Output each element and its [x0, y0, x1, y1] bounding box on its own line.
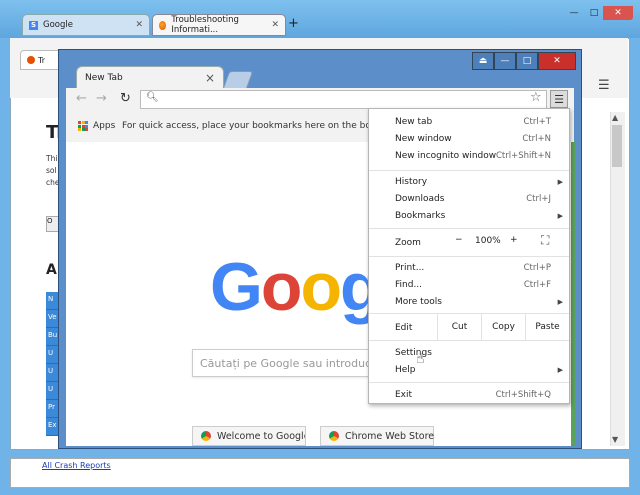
body-text: Thi [46, 154, 58, 163]
logo-letter: o [260, 249, 303, 325]
zoom-out-button[interactable]: − [455, 235, 463, 245]
menu-separator [369, 170, 569, 171]
minimize-button[interactable]: — [563, 6, 585, 20]
tab-label: Google [43, 20, 73, 30]
bookmarks-hint: For quick access, place your bookmarks h… [122, 121, 368, 131]
user-icon[interactable]: ⏏ [472, 52, 494, 70]
chrome-main-menu: New tab Ctrl+T New window Ctrl+N New incog… [368, 108, 570, 404]
body-text: sol [46, 166, 57, 175]
scroll-down-icon[interactable]: ▼ [612, 435, 618, 444]
submenu-arrow-icon: ▶ [557, 297, 563, 306]
menu-item-bookmarks[interactable]: Bookmarks ▶ [369, 207, 569, 224]
menu-item-print[interactable]: Print... Ctrl+P [369, 259, 569, 276]
menu-item-new-incognito-window[interactable]: New incognito window Ctrl+Shift+N [369, 147, 569, 164]
menu-separator [369, 228, 569, 229]
close-window-button[interactable]: ✕ [603, 6, 633, 20]
submenu-arrow-icon: ▶ [557, 177, 563, 186]
close-icon[interactable]: × [205, 71, 215, 85]
scroll-up-icon[interactable]: ▲ [612, 113, 618, 122]
firefox-icon [159, 20, 167, 30]
reload-icon[interactable]: ↻ [120, 91, 131, 106]
tab-label: Tr [38, 55, 45, 65]
maximize-button[interactable]: □ [516, 52, 538, 70]
apps-shortcut[interactable]: Apps [93, 121, 115, 131]
zoom-in-button[interactable]: + [510, 235, 518, 245]
menu-item-zoom: Zoom [395, 238, 421, 248]
back-arrow-icon[interactable]: ← [76, 91, 87, 106]
menu-item-history[interactable]: History ▶ [369, 173, 569, 190]
apps-icon[interactable] [78, 121, 88, 131]
logo-letter: g [340, 249, 370, 325]
menu-item-new-window[interactable]: New window Ctrl+N [369, 130, 569, 147]
menu-separator [369, 256, 569, 257]
menu-separator [369, 382, 569, 383]
menu-icon[interactable]: ☰ [598, 78, 610, 93]
menu-item-downloads[interactable]: Downloads Ctrl+J [369, 190, 569, 207]
logo-letter: G [210, 249, 263, 325]
menu-item-find[interactable]: Find... Ctrl+F [369, 276, 569, 293]
submenu-arrow-icon: ▶ [557, 211, 563, 220]
close-icon[interactable]: ✕ [135, 20, 143, 30]
logo-letter: o [300, 249, 342, 325]
chrome-icon [201, 431, 211, 441]
chrome-web-store-icon [329, 431, 339, 441]
google-favicon-icon: S [29, 20, 38, 30]
zoom-level: 100% [475, 236, 501, 246]
forward-arrow-icon[interactable]: → [96, 91, 107, 106]
page-edge [571, 142, 575, 446]
chrome-tab-new-tab[interactable]: New Tab × [76, 66, 224, 88]
hand-cursor-icon: ☝ [416, 351, 425, 367]
most-visited-tile[interactable]: Welcome to Google Chrome [192, 426, 306, 446]
most-visited-tile[interactable]: Chrome Web Store [320, 426, 434, 446]
firefox-icon [27, 56, 35, 64]
new-tab-button[interactable]: + [288, 16, 299, 31]
scrollbar-thumb[interactable] [612, 125, 622, 167]
menu-item-new-tab[interactable]: New tab Ctrl+T [369, 113, 569, 130]
paste-button[interactable]: Paste [525, 314, 569, 340]
minimize-button[interactable]: — [494, 52, 516, 70]
firefox-tab-google[interactable]: S Google ✕ [22, 14, 150, 36]
copy-button[interactable]: Copy [481, 314, 525, 340]
menu-item-help[interactable]: Help ▶ [369, 361, 569, 378]
tab-label: Troubleshooting Informati... [171, 15, 239, 35]
search-placeholder: Căutați pe Google sau introduceți o adre… [200, 357, 368, 370]
cut-button[interactable]: Cut [437, 314, 481, 340]
close-icon[interactable]: ✕ [271, 20, 279, 30]
chrome-menu-button[interactable]: ☰ [550, 90, 568, 108]
all-crash-reports-link[interactable]: All Crash Reports [42, 461, 111, 470]
google-logo: Google [210, 248, 370, 326]
tab-label: New Tab [85, 72, 123, 83]
menu-item-more-tools[interactable]: More tools ▶ [369, 293, 569, 310]
firefox-tab-troubleshooting[interactable]: Troubleshooting Informati... ✕ [152, 14, 286, 36]
tile-label: Chrome Web Store [345, 430, 435, 442]
fullscreen-icon[interactable]: ⛶ [541, 233, 549, 248]
maximize-button[interactable]: □ [583, 6, 605, 20]
menu-separator [369, 340, 569, 341]
close-window-button[interactable]: ✕ [538, 52, 576, 70]
tile-label: Welcome to Google Chrome [217, 430, 305, 442]
menu-item-exit[interactable]: Exit Ctrl+Shift+Q [369, 386, 569, 403]
address-bar[interactable] [140, 90, 547, 109]
menu-item-settings[interactable]: Settings [369, 344, 569, 361]
submenu-arrow-icon: ▶ [557, 365, 563, 374]
star-icon[interactable]: ☆ [530, 90, 542, 105]
hamburger-icon: ☰ [554, 92, 564, 106]
search-icon: 🔍︎ [146, 92, 159, 103]
